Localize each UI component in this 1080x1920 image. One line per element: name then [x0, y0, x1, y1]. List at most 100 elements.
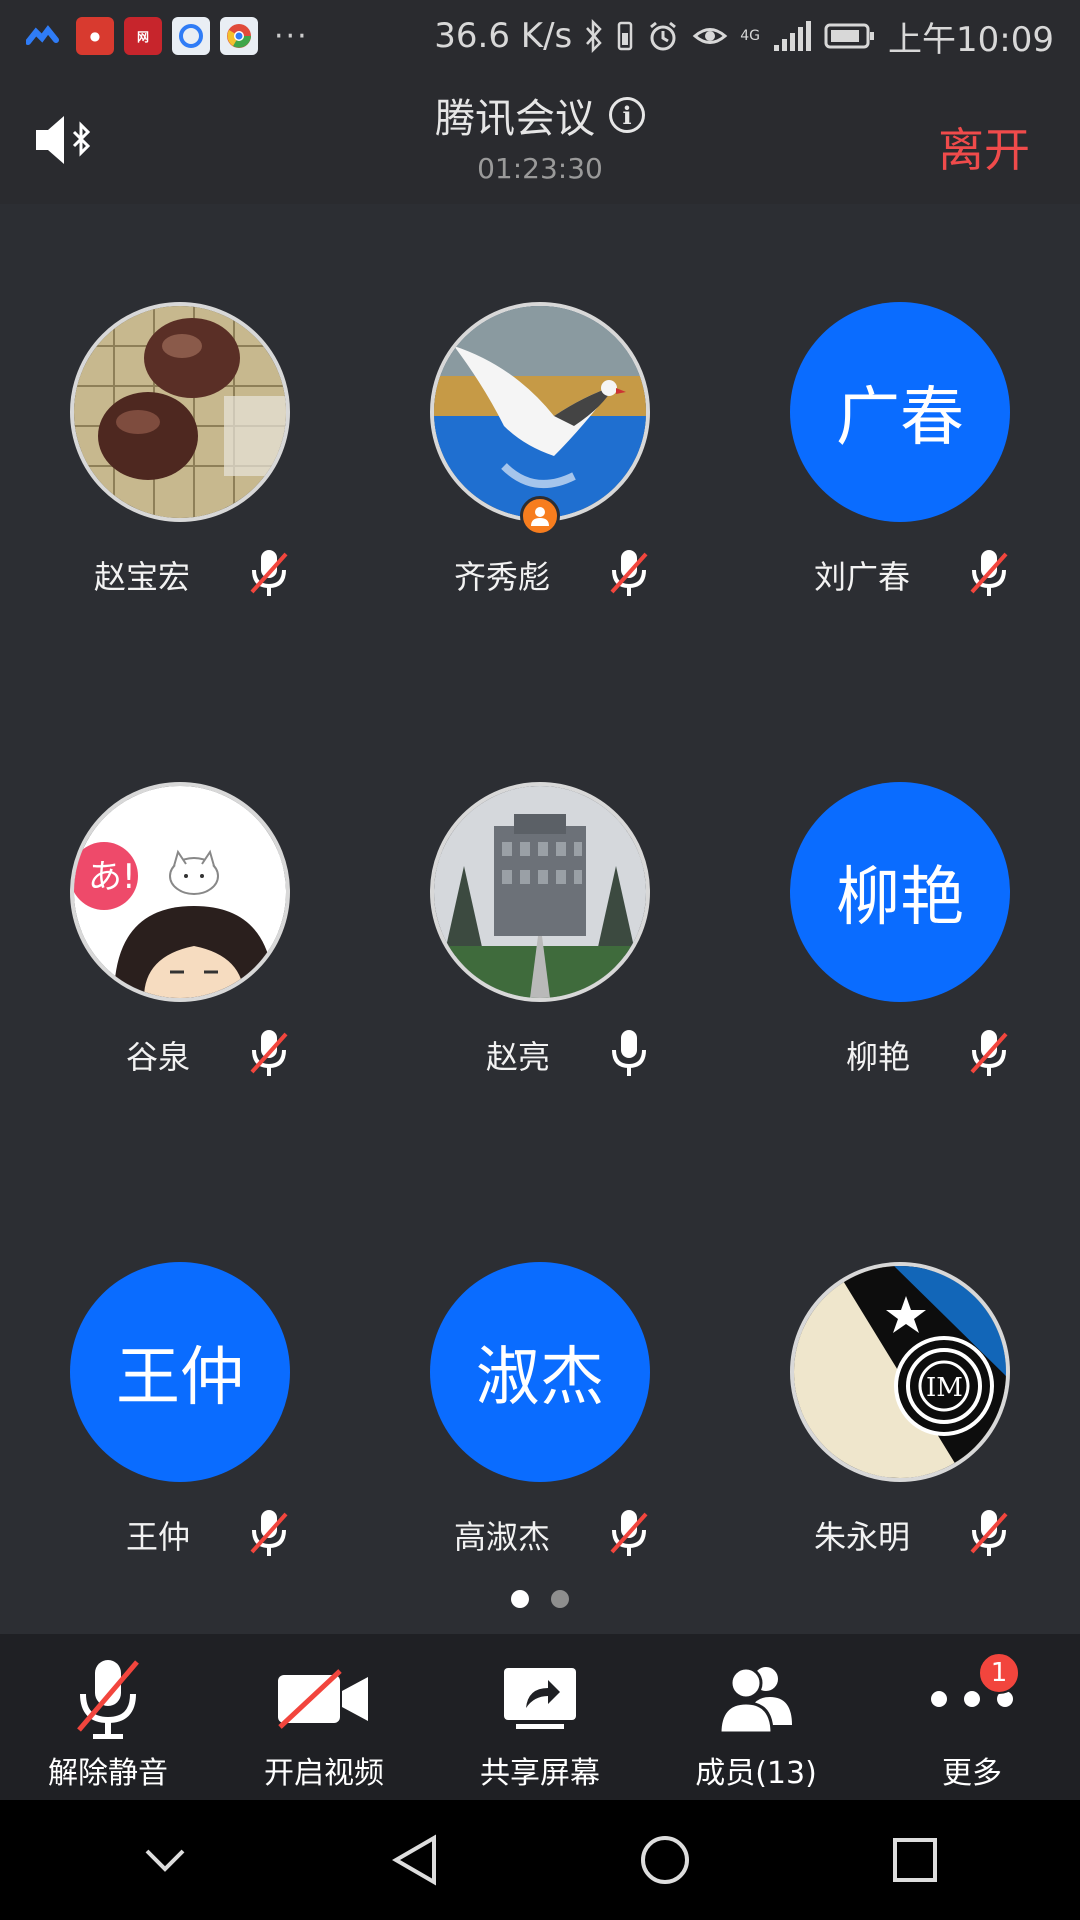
avatar: IM	[790, 1262, 1010, 1482]
participant-name: 朱永明	[813, 1518, 910, 1556]
svg-text:IM: IM	[926, 1373, 963, 1403]
mic-muted-icon	[250, 1030, 288, 1076]
participant-tile[interactable]: 赵宝宏	[0, 204, 360, 596]
avatar	[430, 302, 650, 522]
notification-icons: ● 网 ···	[26, 17, 309, 55]
avatar: あ!	[70, 782, 290, 1002]
page-dot-1[interactable]	[511, 1590, 529, 1608]
share-screen-icon	[490, 1654, 590, 1744]
members-icon	[706, 1654, 806, 1744]
mic-muted-icon	[970, 550, 1008, 596]
share-screen-label: 共享屏幕	[480, 1756, 600, 1791]
participant-nameline: 高淑杰	[360, 1504, 720, 1564]
network-speed: 36.6 K/s	[434, 16, 573, 56]
mic-muted-icon	[58, 1654, 158, 1744]
share-screen-button[interactable]: 共享屏幕	[432, 1634, 648, 1800]
svg-text:あ!: あ!	[88, 857, 136, 897]
go-stones-avatar-image	[74, 306, 286, 518]
tencent-meeting-app-icon	[26, 25, 59, 45]
start-video-button[interactable]: 开启视频	[216, 1634, 432, 1800]
meeting-header: 腾讯会议 i 01:23:30 离开	[0, 72, 1080, 204]
participant-tile[interactable]: あ! 谷泉	[0, 684, 360, 1076]
avatar	[430, 782, 650, 1002]
back-icon[interactable]	[375, 1820, 455, 1900]
home-icon[interactable]	[625, 1820, 705, 1900]
participant-tile[interactable]: 淑杰 高淑杰	[360, 1164, 720, 1556]
mic-muted-icon	[610, 550, 648, 596]
info-icon[interactable]: i	[609, 97, 645, 133]
participant-name: 谷泉	[125, 1038, 190, 1076]
mic-muted-icon	[250, 550, 288, 596]
alarm-icon	[650, 21, 677, 51]
more-dots-icon: 1	[922, 1652, 1022, 1744]
more-button[interactable]: 1 更多	[864, 1634, 1080, 1800]
participant-name: 齐秀彪	[453, 558, 550, 596]
system-status: 36.6 K/s 4G 上午10:09	[434, 12, 1054, 61]
participant-tile[interactable]: 赵亮	[360, 684, 720, 1076]
meeting-timer: 01:23:30	[477, 152, 603, 185]
meeting-toolbar: 解除静音 开启视频 共享屏幕 成员(13) 1 更多	[0, 1634, 1080, 1800]
page-indicator	[0, 1590, 1080, 1608]
members-label: 成员(13)	[695, 1756, 817, 1791]
participant-grid: 赵宝宏 齐秀彪 广春 刘广春 あ! 谷泉 赵亮 柳艳 柳艳 王仲 王仲 淑杰 高…	[0, 204, 1080, 1634]
participant-nameline: 赵亮	[360, 1024, 720, 1084]
mic-on-icon	[612, 1030, 646, 1076]
eye-comfort-icon	[692, 28, 728, 44]
participant-nameline: 谷泉	[0, 1024, 360, 1084]
unmute-button[interactable]: 解除静音	[0, 1634, 216, 1800]
participant-name: 刘广春	[813, 558, 910, 596]
clock: 上午10:09	[888, 19, 1054, 60]
network-type: 4G	[740, 28, 761, 44]
system-navigation-bar	[0, 1800, 1080, 1920]
meeting-title-text: 腾讯会议	[435, 96, 595, 142]
participant-nameline: 朱永明	[720, 1504, 1080, 1564]
participant-nameline: 柳艳	[720, 1024, 1080, 1084]
participant-tile[interactable]: 广春 刘广春	[720, 204, 1080, 596]
participant-name: 赵亮	[485, 1038, 550, 1076]
netease-news-icon: 网	[124, 17, 162, 55]
signal-icon	[774, 21, 812, 51]
vibrate-icon	[618, 21, 633, 51]
mic-muted-icon	[970, 1030, 1008, 1076]
participant-tile[interactable]: IM 朱永明	[720, 1164, 1080, 1556]
more-label: 更多	[942, 1756, 1002, 1791]
leave-button[interactable]: 离开	[938, 114, 1030, 180]
participant-name: 柳艳	[845, 1038, 910, 1076]
browser-icon	[172, 17, 210, 55]
members-button[interactable]: 成员(13)	[648, 1634, 864, 1800]
seagull-avatar-image	[434, 306, 646, 518]
notification-badge: 1	[978, 1652, 1020, 1694]
chrome-like-icon	[220, 17, 258, 55]
participant-tile[interactable]: 齐秀彪	[360, 204, 720, 596]
avatar-initials: 王仲	[70, 1262, 290, 1482]
start-video-label: 开启视频	[264, 1756, 384, 1791]
collapse-chevron-icon[interactable]	[125, 1820, 205, 1900]
avatar-initials: 淑杰	[430, 1262, 650, 1482]
app-red-icon: ●	[76, 17, 114, 55]
avatar	[70, 302, 290, 522]
anime-girl-avatar-image: あ!	[74, 786, 286, 998]
mic-muted-icon	[610, 1510, 648, 1556]
more-notifications-icon: ···	[274, 18, 309, 54]
building-avatar-image	[434, 786, 646, 998]
participant-tile[interactable]: 柳艳 柳艳	[720, 684, 1080, 1076]
status-bar: ● 网 ··· 36.6 K/s 4G 上午10:09	[0, 0, 1080, 72]
avatar-initials: 柳艳	[790, 782, 1010, 1002]
participant-tile[interactable]: 王仲 王仲	[0, 1164, 360, 1556]
inter-milan-logo-avatar-image: IM	[794, 1266, 1006, 1478]
meeting-title[interactable]: 腾讯会议 i	[435, 86, 645, 144]
page-dot-2[interactable]	[551, 1590, 569, 1608]
participant-nameline: 刘广春	[720, 544, 1080, 604]
participant-nameline: 齐秀彪	[360, 544, 720, 604]
battery-icon	[824, 23, 875, 49]
avatar-initials: 广春	[790, 302, 1010, 522]
mic-muted-icon	[250, 1510, 288, 1556]
participant-name: 赵宝宏	[93, 558, 190, 596]
bluetooth-icon	[586, 19, 602, 53]
participant-nameline: 赵宝宏	[0, 544, 360, 604]
participant-nameline: 王仲	[0, 1504, 360, 1564]
recents-icon[interactable]	[875, 1820, 955, 1900]
host-badge-icon	[520, 496, 560, 536]
participant-name: 王仲	[125, 1518, 190, 1556]
unmute-label: 解除静音	[48, 1756, 168, 1791]
